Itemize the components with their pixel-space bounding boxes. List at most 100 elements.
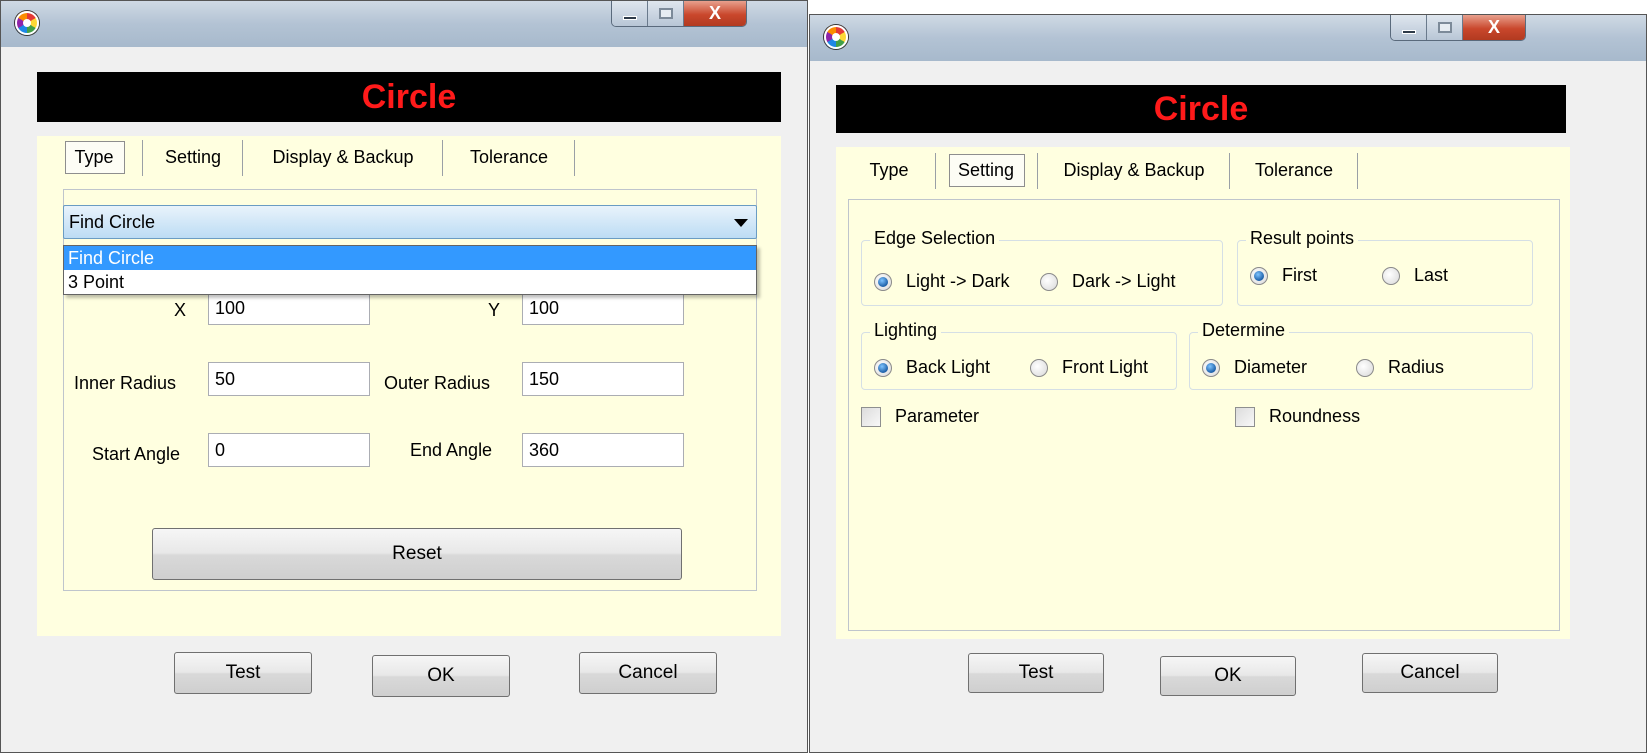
chevron-down-icon [734, 219, 748, 227]
minimize-icon [1401, 29, 1416, 34]
radio-last-label: Last [1414, 265, 1449, 285]
radio-dark-to-light[interactable]: Dark -> Light [1040, 271, 1176, 292]
tab-setting[interactable]: Setting [936, 151, 1038, 189]
checkbox-icon [1235, 406, 1255, 427]
radio-button-icon [1382, 266, 1400, 285]
dropdown-option-find-circle[interactable]: Find Circle [64, 246, 756, 270]
radio-front-light-label: Front Light [1062, 357, 1149, 377]
lighting-group: Lighting Back Light Front Light [861, 320, 1177, 390]
close-button[interactable]: X [1463, 15, 1525, 40]
minimize-button[interactable] [1391, 15, 1427, 40]
inner-radius-label: Inner Radius [74, 373, 177, 393]
radio-button-icon [1040, 272, 1058, 291]
result-points-group: Result points First Last [1237, 228, 1533, 306]
radio-back-light-label: Back Light [906, 357, 991, 377]
start-angle-label: Start Angle [92, 444, 181, 464]
tab-tolerance[interactable]: Tolerance [1230, 151, 1358, 189]
tab-bar: Type Setting Display & Backup Tolerance [836, 151, 1376, 193]
title-bar[interactable]: X [810, 15, 1646, 61]
tab-type[interactable]: Type [47, 138, 143, 176]
title-bar[interactable]: X [1, 1, 807, 47]
inner-radius-field[interactable]: 50 [208, 362, 370, 396]
tab-setting-label: Setting [164, 146, 222, 167]
end-angle-label: End Angle [410, 440, 493, 460]
x-label: X [174, 300, 187, 320]
y-field[interactable]: 100 [522, 291, 684, 325]
banner-title: Circle [836, 85, 1566, 133]
find-mode-combo[interactable]: Find Circle [63, 205, 757, 239]
tab-panel: Type Setting Display & Backup Tolerance … [836, 147, 1570, 639]
radio-back-light[interactable]: Back Light [874, 357, 990, 378]
radio-button-icon [1356, 358, 1374, 377]
radio-button-icon [1250, 266, 1268, 285]
tab-display-backup-label: Display & Backup [1063, 159, 1205, 180]
minimize-icon [622, 15, 637, 20]
maximize-button[interactable] [648, 1, 684, 26]
radio-radius[interactable]: Radius [1356, 357, 1444, 378]
setting-tab-page: Edge Selection Light -> Dark Dark -> Lig… [848, 199, 1560, 631]
determine-title: Determine [1198, 320, 1290, 341]
radio-radius-label: Radius [1388, 357, 1445, 377]
tab-tolerance-label: Tolerance [469, 146, 549, 167]
radio-button-icon [1030, 358, 1048, 377]
radio-diameter[interactable]: Diameter [1202, 357, 1307, 378]
maximize-icon [1437, 22, 1452, 33]
reset-button[interactable]: Reset [152, 528, 682, 580]
determine-group: Determine Diameter Radius [1189, 320, 1533, 390]
roundness-checkbox[interactable]: Roundness [1235, 406, 1360, 427]
combo-selected-value: Find Circle [69, 211, 156, 232]
edge-selection-title: Edge Selection [870, 228, 1000, 249]
end-angle-field[interactable]: 360 [522, 433, 684, 467]
close-icon: X [708, 3, 721, 23]
maximize-icon [658, 8, 673, 19]
radio-first[interactable]: First [1250, 265, 1317, 286]
tab-setting-label: Setting [948, 153, 1026, 187]
cancel-button[interactable]: Cancel [579, 652, 717, 694]
tab-setting[interactable]: Setting [143, 138, 243, 176]
radio-button-icon [874, 272, 892, 291]
combo-dropdown-list: Find Circle 3 Point [63, 245, 757, 295]
ok-button[interactable]: OK [1160, 656, 1296, 696]
minimize-button[interactable] [612, 1, 648, 26]
tab-display-backup[interactable]: Display & Backup [1038, 151, 1230, 189]
radio-diameter-label: Diameter [1234, 357, 1308, 377]
close-button[interactable]: X [684, 1, 746, 26]
radio-light-to-dark-label: Light -> Dark [906, 271, 1010, 291]
parameter-checkbox-label: Parameter [895, 406, 980, 426]
tab-type-label: Type [65, 140, 125, 174]
tab-bar: Type Setting Display & Backup Tolerance [37, 138, 597, 180]
maximize-button[interactable] [1427, 15, 1463, 40]
result-points-title: Result points [1246, 228, 1359, 249]
x-field[interactable]: 100 [208, 291, 370, 325]
lighting-title: Lighting [870, 320, 942, 341]
tab-tolerance[interactable]: Tolerance [443, 138, 575, 176]
radio-button-icon [1202, 358, 1220, 377]
test-button[interactable]: Test [968, 653, 1104, 693]
tab-type[interactable]: Type [842, 151, 936, 189]
parameter-checkbox[interactable]: Parameter [861, 406, 979, 427]
dropdown-option-3-point[interactable]: 3 Point [64, 270, 756, 294]
tab-display-backup-label: Display & Backup [272, 146, 414, 167]
banner-title: Circle [37, 72, 781, 122]
close-icon: X [1487, 17, 1500, 37]
app-logo-icon [15, 11, 39, 35]
test-button[interactable]: Test [174, 652, 312, 694]
cancel-button[interactable]: Cancel [1362, 653, 1498, 693]
ok-button[interactable]: OK [372, 655, 510, 697]
start-angle-field[interactable]: 0 [208, 433, 370, 467]
edge-selection-group: Edge Selection Light -> Dark Dark -> Lig… [861, 228, 1223, 306]
outer-radius-label: Outer Radius [384, 373, 491, 393]
radio-button-icon [874, 358, 892, 377]
radio-light-to-dark[interactable]: Light -> Dark [874, 271, 1010, 292]
outer-radius-field[interactable]: 150 [522, 362, 684, 396]
tab-tolerance-label: Tolerance [1254, 159, 1334, 180]
checkbox-icon [861, 406, 881, 427]
window-controls: X [1390, 15, 1526, 41]
left-dialog-window: X Circle Type Setting Display & Backup T… [0, 0, 808, 753]
tab-type-label: Type [869, 159, 909, 180]
tab-display-backup[interactable]: Display & Backup [243, 138, 443, 176]
y-label: Y [488, 300, 501, 320]
radio-last[interactable]: Last [1382, 265, 1448, 286]
radio-front-light[interactable]: Front Light [1030, 357, 1148, 378]
radio-first-label: First [1282, 265, 1317, 285]
